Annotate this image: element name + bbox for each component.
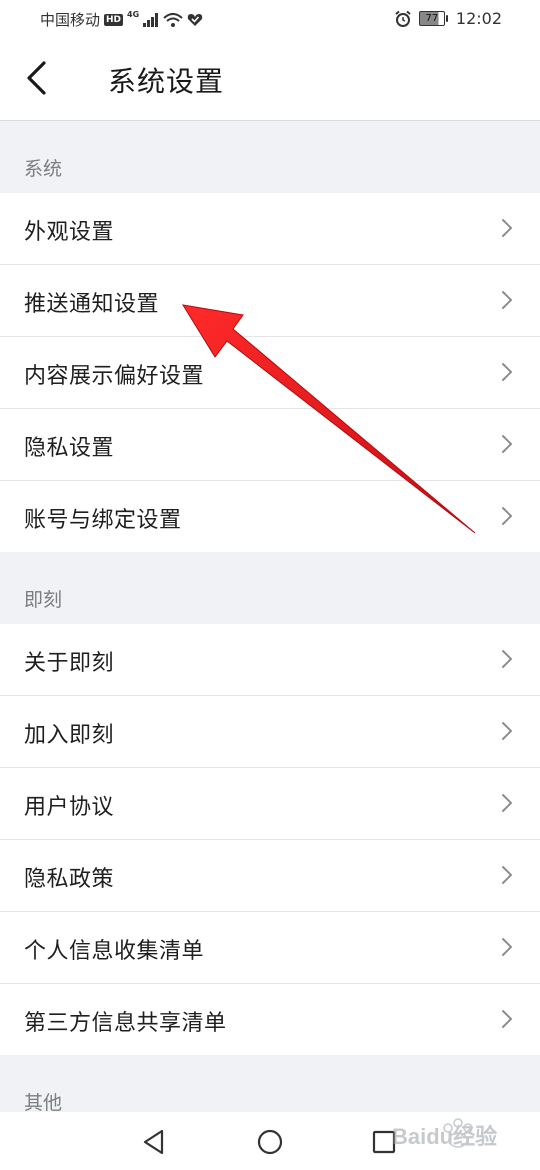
row-push-notification-settings[interactable]: 推送通知设置 (0, 265, 540, 337)
row-label: 关于即刻 (24, 651, 115, 676)
status-bar: 中国移动 HD 4G 77 12:02 (0, 0, 540, 38)
section-title: 即刻 (24, 589, 63, 611)
status-right: 77 12:02 (394, 9, 502, 28)
row-label: 用户协议 (24, 795, 115, 820)
chevron-right-icon (502, 507, 512, 525)
row-label: 账号与绑定设置 (24, 508, 182, 533)
chevron-right-icon (502, 722, 512, 740)
page-title: 系统设置 (108, 65, 225, 98)
row-join-jike[interactable]: 加入即刻 (0, 696, 540, 768)
row-appearance-settings[interactable]: 外观设置 (0, 193, 540, 265)
back-button[interactable] (16, 56, 56, 100)
row-label: 加入即刻 (24, 723, 115, 748)
row-privacy-policy[interactable]: 隐私政策 (0, 840, 540, 912)
chevron-right-icon (502, 435, 512, 453)
row-label: 内容展示偏好设置 (24, 364, 205, 389)
row-label: 推送通知设置 (24, 292, 160, 317)
chevron-left-icon (27, 61, 46, 95)
carrier-name: 中国移动 (40, 11, 101, 29)
clock: 12:02 (455, 9, 502, 28)
chevron-right-icon (502, 794, 512, 812)
network-type: 4G (127, 10, 140, 19)
chevron-right-icon (502, 291, 512, 309)
row-label: 隐私政策 (24, 867, 115, 892)
row-third-party-sharing-list[interactable]: 第三方信息共享清单 (0, 984, 540, 1055)
chevron-right-icon (502, 363, 512, 381)
wifi-icon (163, 12, 183, 27)
section-header-jike: 即刻 (0, 552, 540, 624)
watermark-text: Baidu经验 (392, 1124, 497, 1149)
row-label: 隐私设置 (24, 436, 115, 461)
section-header-system: 系统 (0, 121, 540, 193)
baidu-watermark: Baidu经验 (390, 1110, 530, 1166)
row-account-binding-settings[interactable]: 账号与绑定设置 (0, 481, 540, 552)
row-about-jike[interactable]: 关于即刻 (0, 624, 540, 696)
row-user-agreement[interactable]: 用户协议 (0, 768, 540, 840)
battery-indicator: 77 (418, 11, 448, 26)
row-privacy-settings[interactable]: 隐私设置 (0, 409, 540, 481)
signal-icon (143, 12, 159, 27)
chevron-right-icon (502, 1010, 512, 1028)
row-label: 个人信息收集清单 (24, 939, 205, 964)
section-title: 系统 (24, 158, 63, 180)
alarm-icon (395, 10, 411, 27)
hd-badge: HD (104, 13, 124, 26)
heart-check-icon (187, 13, 203, 26)
chevron-right-icon (502, 219, 512, 237)
chevron-right-icon (502, 866, 512, 884)
baidu-paw-logo-icon: Baidu经验 (392, 1118, 497, 1149)
navigation-bar: 系统设置 (0, 38, 540, 120)
status-left: 中国移动 HD 4G (40, 9, 203, 30)
settings-list: 系统 外观设置 推送通知设置 内容展示偏好设置 隐私设置 账号与绑定设置 即刻 … (0, 121, 540, 1127)
row-personal-info-list[interactable]: 个人信息收集清单 (0, 912, 540, 984)
triangle-back-icon[interactable] (138, 1126, 170, 1158)
circle-home-icon[interactable] (254, 1126, 286, 1158)
section-title: 其他 (24, 1092, 63, 1114)
row-label: 第三方信息共享清单 (24, 1011, 227, 1036)
row-label: 外观设置 (24, 220, 115, 245)
chevron-right-icon (502, 938, 512, 956)
chevron-right-icon (502, 650, 512, 668)
row-content-display-preferences[interactable]: 内容展示偏好设置 (0, 337, 540, 409)
